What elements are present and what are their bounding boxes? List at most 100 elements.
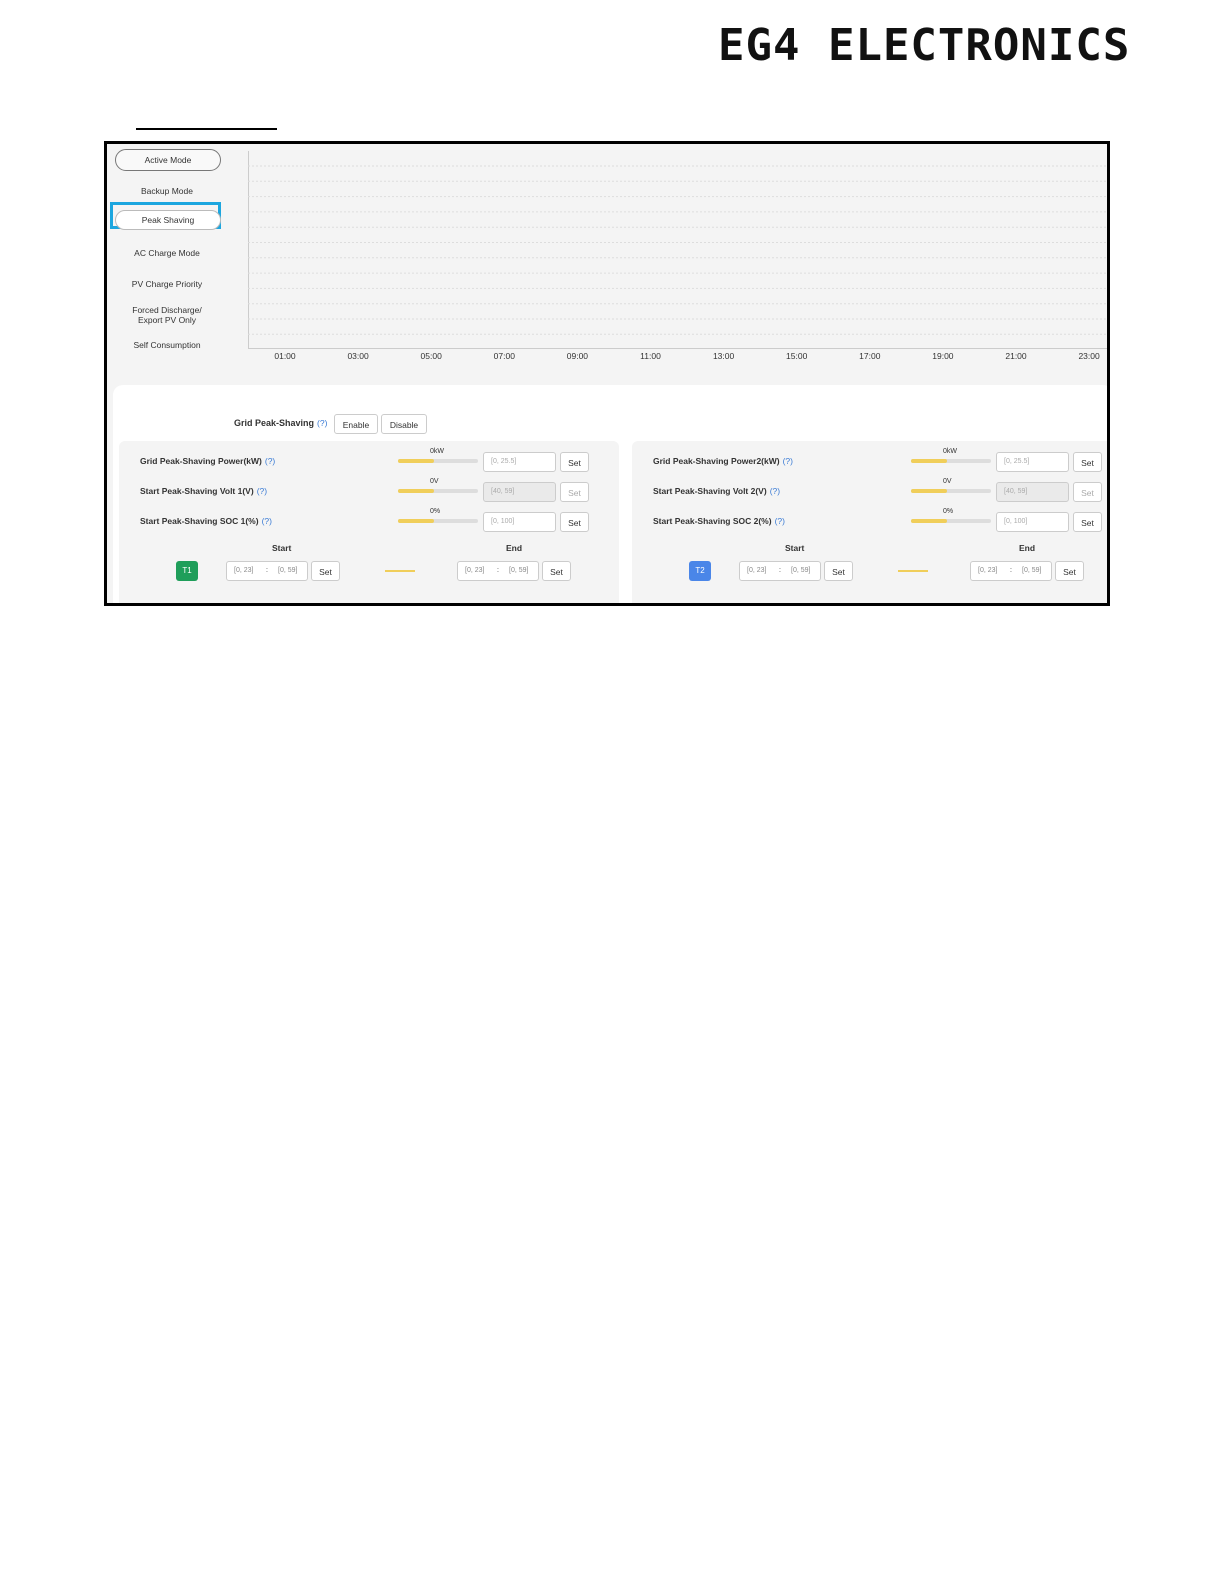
- timeline-grid: [248, 151, 1107, 349]
- setting-slider[interactable]: 0kW: [398, 448, 478, 463]
- end-label: End: [1019, 543, 1036, 553]
- time-tick-label: 23:00: [1078, 351, 1100, 361]
- time-tick-label: 01:00: [274, 351, 296, 361]
- time-tick-label: 05:00: [420, 351, 442, 361]
- help-icon[interactable]: (?): [317, 418, 327, 428]
- time-colon: :: [497, 567, 499, 574]
- slider-value: 0%: [430, 508, 441, 515]
- start-label: Start: [785, 543, 805, 553]
- time-tick-label: 03:00: [347, 351, 369, 361]
- peak-shaving-card-2: Grid Peak-Shaving Power2(kW) (?) 0kW [0, …: [632, 441, 1107, 603]
- setting-label: Start Peak-Shaving Volt 1(V) (?): [140, 486, 268, 496]
- setting-label: Start Peak-Shaving Volt 2(V) (?): [653, 486, 781, 496]
- help-icon[interactable]: (?): [257, 486, 267, 496]
- time-tick-label: 07:00: [493, 351, 515, 361]
- setting-label: Grid Peak-Shaving Power2(kW) (?): [653, 456, 793, 466]
- end-hour-field[interactable]: [0, 23]: [465, 562, 484, 580]
- mode-backup[interactable]: Backup Mode: [115, 186, 219, 196]
- screenshot-frame: Active Mode Backup Mode Peak Shaving AC …: [104, 141, 1110, 606]
- start-hour-field[interactable]: [0, 23]: [234, 562, 253, 580]
- end-hour-field[interactable]: [0, 23]: [978, 562, 997, 580]
- slider-value: 0V: [430, 478, 439, 485]
- start-time-input[interactable]: [0, 23] : [0, 59]: [739, 561, 821, 581]
- start-hour-field[interactable]: [0, 23]: [747, 562, 766, 580]
- set-button[interactable]: Set: [1073, 512, 1102, 532]
- setting-input: [40, 59]: [483, 482, 556, 502]
- end-time-input[interactable]: [0, 23] : [0, 59]: [970, 561, 1052, 581]
- setting-slider[interactable]: 0%: [398, 508, 478, 523]
- setting-label: Start Peak-Shaving SOC 2(%) (?): [653, 516, 785, 526]
- setting-input[interactable]: [0, 100]: [483, 512, 556, 532]
- end-set-button[interactable]: Set: [1055, 561, 1084, 581]
- end-time-input[interactable]: [0, 23] : [0, 59]: [457, 561, 539, 581]
- start-set-button[interactable]: Set: [824, 561, 853, 581]
- slider-fill: [398, 519, 434, 523]
- period-badge: T1: [176, 561, 198, 581]
- help-icon[interactable]: (?): [265, 456, 275, 466]
- mode-self-consumption[interactable]: Self Consumption: [115, 340, 219, 350]
- period-badge: T2: [689, 561, 711, 581]
- end-label: End: [506, 543, 523, 553]
- eg4-logo: EG4 ELECTRONICS: [718, 20, 1131, 71]
- mode-forced-discharge[interactable]: Forced Discharge/ Export PV Only: [115, 305, 219, 325]
- setting-slider[interactable]: 0V: [398, 478, 478, 493]
- start-minute-field[interactable]: [0, 59]: [791, 562, 810, 580]
- slider-fill: [398, 459, 434, 463]
- slider-fill: [911, 459, 947, 463]
- time-tick-label: 19:00: [932, 351, 954, 361]
- setting-label: Grid Peak-Shaving Power(kW) (?): [140, 456, 276, 466]
- range-separator: [898, 570, 928, 572]
- slider-value: 0V: [943, 478, 952, 485]
- mode-peak-shaving[interactable]: Peak Shaving: [115, 210, 221, 230]
- set-button[interactable]: Set: [560, 452, 589, 472]
- mode-active[interactable]: Active Mode: [115, 149, 221, 171]
- time-tick-label: 21:00: [1005, 351, 1027, 361]
- heading-underline: [136, 128, 277, 130]
- slider-fill: [911, 489, 947, 493]
- setting-slider[interactable]: 0%: [911, 508, 991, 523]
- end-set-button[interactable]: Set: [542, 561, 571, 581]
- slider-value: 0kW: [943, 448, 957, 455]
- set-button[interactable]: Set: [1073, 452, 1102, 472]
- enable-button[interactable]: Enable: [334, 414, 378, 434]
- setting-slider[interactable]: 0V: [911, 478, 991, 493]
- mode-ac-charge[interactable]: AC Charge Mode: [115, 248, 219, 258]
- setting-input[interactable]: [0, 25.5]: [483, 452, 556, 472]
- start-minute-field[interactable]: [0, 59]: [278, 562, 297, 580]
- time-colon: :: [1010, 567, 1012, 574]
- time-colon: :: [779, 567, 781, 574]
- start-label: Start: [272, 543, 292, 553]
- time-tick-label: 13:00: [712, 351, 735, 361]
- slider-value: 0%: [943, 508, 954, 515]
- slider-value: 0kW: [430, 448, 444, 455]
- set-button: Set: [1073, 482, 1102, 502]
- settings-panel: Grid Peak-Shaving (?) Enable Disable Grid…: [113, 385, 1107, 603]
- help-icon[interactable]: (?): [783, 456, 793, 466]
- start-time-input[interactable]: [0, 23] : [0, 59]: [226, 561, 308, 581]
- disable-button[interactable]: Disable: [381, 414, 427, 434]
- help-icon[interactable]: (?): [775, 516, 785, 526]
- time-tick-label: 11:00: [640, 351, 661, 361]
- mode-pv-charge-priority[interactable]: PV Charge Priority: [115, 279, 219, 289]
- help-icon[interactable]: (?): [770, 486, 780, 496]
- grid-peak-shaving-label: Grid Peak-Shaving (?): [234, 418, 328, 428]
- slider-fill: [911, 519, 947, 523]
- setting-input: [40, 59]: [996, 482, 1069, 502]
- set-button: Set: [560, 482, 589, 502]
- timeline-chart: [248, 151, 1107, 349]
- time-colon: :: [266, 567, 268, 574]
- set-button[interactable]: Set: [560, 512, 589, 532]
- help-icon[interactable]: (?): [262, 516, 272, 526]
- end-minute-field[interactable]: [0, 59]: [1022, 562, 1041, 580]
- setting-label: Start Peak-Shaving SOC 1(%) (?): [140, 516, 272, 526]
- peak-shaving-card-1: Grid Peak-Shaving Power(kW) (?) 0kW [0, 2…: [119, 441, 619, 603]
- setting-input[interactable]: [0, 25.5]: [996, 452, 1069, 472]
- setting-input[interactable]: [0, 100]: [996, 512, 1069, 532]
- slider-fill: [398, 489, 434, 493]
- setting-slider[interactable]: 0kW: [911, 448, 991, 463]
- start-set-button[interactable]: Set: [311, 561, 340, 581]
- range-separator: [385, 570, 415, 572]
- time-tick-label: 09:00: [566, 351, 589, 361]
- mode-list: Active Mode Backup Mode Peak Shaving AC …: [107, 144, 247, 384]
- end-minute-field[interactable]: [0, 59]: [509, 562, 528, 580]
